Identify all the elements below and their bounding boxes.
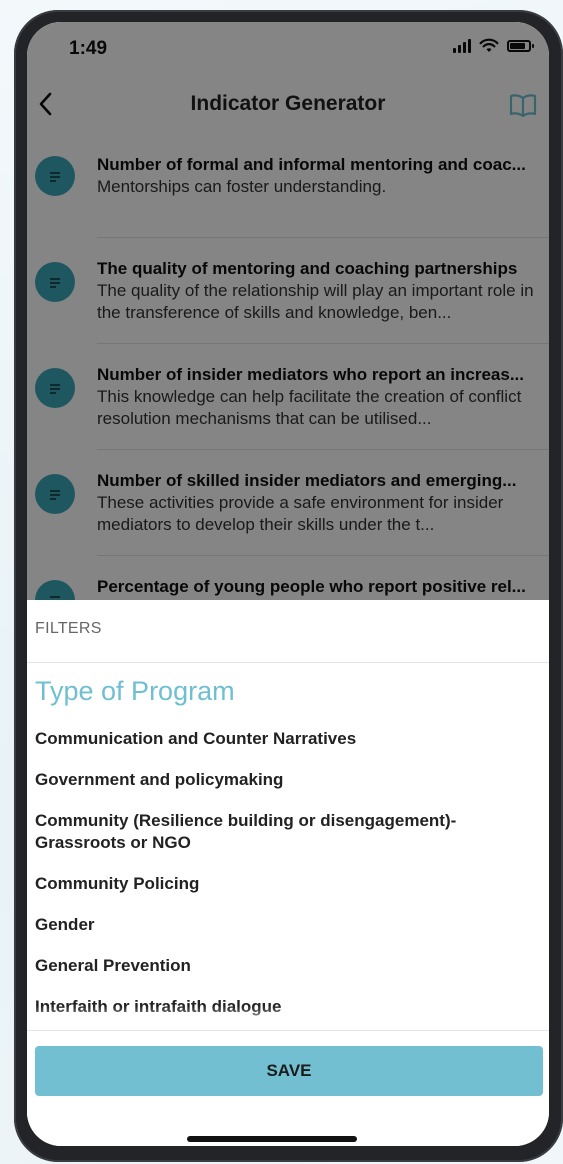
filter-sheet: FILTERS Type of Program Communication an… <box>27 600 549 1146</box>
divider <box>27 1030 549 1031</box>
modal-backdrop[interactable] <box>27 22 549 602</box>
filter-options-list[interactable]: Communication and Counter Narratives Gov… <box>35 728 541 1030</box>
filter-header: FILTERS <box>27 600 549 663</box>
home-indicator[interactable] <box>187 1136 357 1142</box>
app-screen: 1:49 Indicator Generator Number of forma… <box>27 22 549 1146</box>
filter-option[interactable]: Government and policymaking <box>35 769 541 791</box>
save-button[interactable]: SAVE <box>35 1046 543 1096</box>
filter-option[interactable]: General Prevention <box>35 955 541 977</box>
filter-section-title: Type of Program <box>35 676 235 706</box>
filter-header-label: FILTERS <box>35 620 102 637</box>
filter-option[interactable]: Community (Resilience building or diseng… <box>35 810 541 854</box>
filter-option[interactable]: Communication and Counter Narratives <box>35 728 541 750</box>
filter-option[interactable]: Community Policing <box>35 873 541 895</box>
scroll-fade <box>35 1006 541 1030</box>
filter-option[interactable]: Gender <box>35 914 541 936</box>
